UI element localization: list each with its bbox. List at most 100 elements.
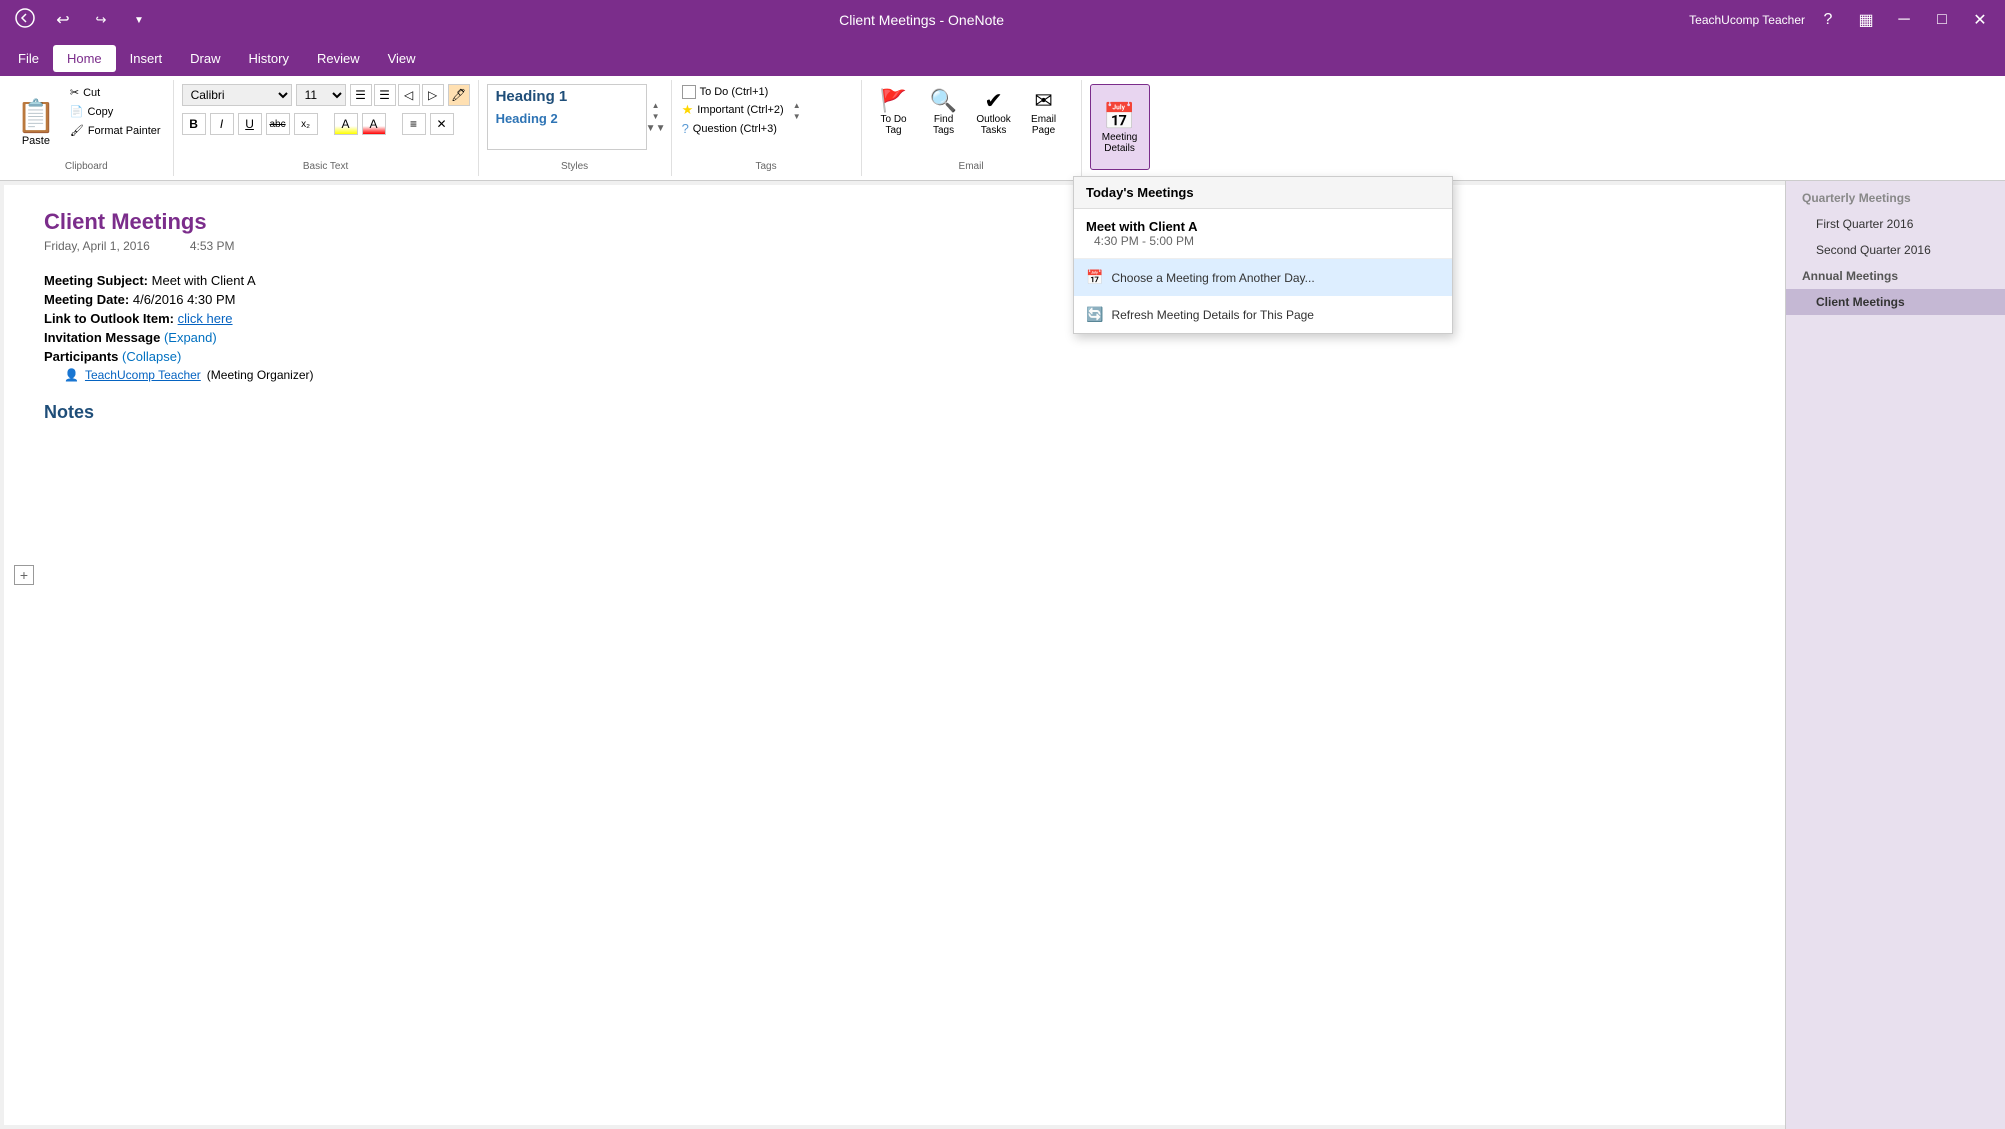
heading1-style[interactable]: Heading 1 <box>488 85 646 108</box>
page-date: Friday, April 1, 2016 <box>44 239 150 253</box>
tags-scroll[interactable]: ▲ ▼ <box>790 84 804 137</box>
menu-home[interactable]: Home <box>53 45 116 72</box>
dropdown-meeting-title: Meet with Client A <box>1086 219 1440 234</box>
close-button[interactable]: ✕ <box>1965 5 1995 35</box>
subscript-button[interactable]: x₂ <box>294 113 318 135</box>
todo-tag-button[interactable]: 🚩 To DoTag <box>870 84 918 140</box>
email-label: Email <box>870 159 1073 172</box>
menu-view[interactable]: View <box>374 45 430 72</box>
meeting-group: 📅 MeetingDetails <box>1082 80 1162 176</box>
outlook-link[interactable]: click here <box>178 311 233 326</box>
page-title: Client Meetings <box>44 209 1745 235</box>
align-button[interactable]: ≡ <box>402 113 426 135</box>
user-name: TeachUcomp Teacher <box>1689 13 1805 27</box>
styles-group: Heading 1 Heading 2 ▲ ▼ ▼▼ Styles <box>479 80 672 176</box>
redo-button[interactable]: ↪ <box>86 5 116 35</box>
meeting-date-line: Meeting Date: 4/6/2016 4:30 PM <box>44 292 1745 307</box>
font-family-select[interactable]: Calibri <box>182 84 292 106</box>
paste-button[interactable]: 📋 Paste <box>8 84 64 159</box>
refresh-label: Refresh Meeting Details for This Page <box>1111 308 1314 322</box>
meeting-details-icon: 📅 <box>1103 101 1135 132</box>
format-painter-button[interactable]: 🖌 Format Painter <box>66 122 165 139</box>
refresh-icon: 🔄 <box>1086 306 1103 323</box>
title-bar: ↩ ↪ ▼ Client Meetings - OneNote TeachUco… <box>0 0 2005 40</box>
copy-label: Copy <box>88 106 114 118</box>
minimize-button[interactable]: ─ <box>1889 5 1919 35</box>
choose-meeting-action[interactable]: 📅 Choose a Meeting from Another Day... <box>1074 259 1452 296</box>
styles-box: Heading 1 Heading 2 <box>487 84 647 150</box>
sidebar-item-q2[interactable]: Second Quarter 2016 <box>1786 237 2005 263</box>
todo-tag-label: To DoTag <box>881 114 907 136</box>
important-tag[interactable]: ★ Important (Ctrl+2) <box>680 101 786 119</box>
strikethrough-button[interactable]: abc <box>266 113 290 135</box>
format-row: B I U abc x₂ A A ≡ ✕ <box>182 113 470 135</box>
menu-file[interactable]: File <box>4 45 53 72</box>
highlight-button[interactable]: A <box>334 113 358 135</box>
participants-label: Participants <box>44 349 118 364</box>
heading2-style[interactable]: Heading 2 <box>488 108 646 129</box>
basic-text-label: Basic Text <box>182 159 470 172</box>
outlook-tasks-button[interactable]: ✔ OutlookTasks <box>970 84 1018 140</box>
copy-button[interactable]: 📄 Copy <box>66 103 165 120</box>
cut-button[interactable]: ✂ Cut <box>66 84 165 101</box>
outlook-tasks-icon: ✔ <box>984 88 1002 114</box>
menu-history[interactable]: History <box>235 45 303 72</box>
email-page-button[interactable]: ✉ EmailPage <box>1020 84 1068 140</box>
participants-line: Participants (Collapse) <box>44 349 1745 364</box>
quick-access-dropdown[interactable]: ▼ <box>124 5 154 35</box>
menu-review[interactable]: Review <box>303 45 374 72</box>
back-button[interactable] <box>10 5 40 35</box>
font-color-button[interactable]: A <box>362 113 386 135</box>
copy-icon: 📄 <box>70 105 84 118</box>
underline-button[interactable]: U <box>238 113 262 135</box>
styles-scroll[interactable]: ▲ ▼ ▼▼ <box>649 84 663 150</box>
expand-link[interactable]: (Expand) <box>164 330 217 345</box>
list-number-button[interactable]: ☰ <box>374 84 396 106</box>
meeting-group-label <box>1090 170 1154 172</box>
question-tag[interactable]: ? Question (Ctrl+3) <box>680 120 786 137</box>
participant-row: 👤 TeachUcomp Teacher (Meeting Organizer) <box>64 368 1745 382</box>
indent-less-button[interactable]: ◁ <box>398 84 420 106</box>
tags-group: To Do (Ctrl+1) ★ Important (Ctrl+2) ? Qu… <box>672 80 862 176</box>
maximize-button[interactable]: □ <box>1927 5 1957 35</box>
invitation-line: Invitation Message (Expand) <box>44 330 1745 345</box>
sidebar-item-client[interactable]: Client Meetings <box>1786 289 2005 315</box>
find-tags-button[interactable]: 🔍 FindTags <box>920 84 968 140</box>
menu-draw[interactable]: Draw <box>176 45 234 72</box>
collapse-link[interactable]: (Collapse) <box>122 349 181 364</box>
undo-button[interactable]: ↩ <box>48 5 78 35</box>
right-sidebar: Quarterly Meetings First Quarter 2016 Se… <box>1785 181 2005 1129</box>
email-page-icon: ✉ <box>1034 88 1052 114</box>
question-icon: ? <box>682 121 689 136</box>
sidebar-item-annual[interactable]: Annual Meetings <box>1786 263 2005 289</box>
indent-more-button[interactable]: ▷ <box>422 84 444 106</box>
layout-button[interactable]: ▦ <box>1851 5 1881 35</box>
sidebar-item-quarterly[interactable]: Quarterly Meetings <box>1786 185 2005 211</box>
bold-button[interactable]: B <box>182 113 206 135</box>
refresh-meeting-action[interactable]: 🔄 Refresh Meeting Details for This Page <box>1074 296 1452 333</box>
dropdown-header: Today's Meetings <box>1074 177 1452 209</box>
font-size-select[interactable]: 11 <box>296 84 346 106</box>
meeting-details-button[interactable]: 📅 MeetingDetails <box>1090 84 1150 170</box>
sidebar-item-q1[interactable]: First Quarter 2016 <box>1786 211 2005 237</box>
todo-tag[interactable]: To Do (Ctrl+1) <box>680 84 786 100</box>
menu-insert[interactable]: Insert <box>116 45 177 72</box>
italic-button[interactable]: I <box>210 113 234 135</box>
participant-icon: 👤 <box>64 368 79 382</box>
page-content: Client Meetings Friday, April 1, 2016 4:… <box>4 185 1785 1125</box>
list-bullet-button[interactable]: ☰ <box>350 84 372 106</box>
help-button[interactable]: ? <box>1813 5 1843 35</box>
format-painter-label: Format Painter <box>88 125 161 137</box>
eraser-button[interactable]: 🖊 <box>448 84 470 106</box>
ribbon: 📋 Paste ✂ Cut 📄 Copy 🖌 Format Painter <box>0 76 2005 181</box>
email-group: 🚩 To DoTag 🔍 FindTags ✔ OutlookTasks ✉ E… <box>862 80 1082 176</box>
title-bar-right: TeachUcomp Teacher ? ▦ ─ □ ✕ <box>1689 5 1995 35</box>
dropdown-panel: Today's Meetings Meet with Client A 4:30… <box>1073 176 1453 334</box>
participant-name[interactable]: TeachUcomp Teacher <box>85 368 201 382</box>
todo-label: To Do (Ctrl+1) <box>700 86 769 98</box>
cut-icon: ✂ <box>70 86 79 99</box>
clear-format-button[interactable]: ✕ <box>430 113 454 135</box>
star-icon: ★ <box>682 102 694 118</box>
add-section-button[interactable]: + <box>14 565 34 585</box>
outlook-tasks-label: OutlookTasks <box>976 114 1010 136</box>
